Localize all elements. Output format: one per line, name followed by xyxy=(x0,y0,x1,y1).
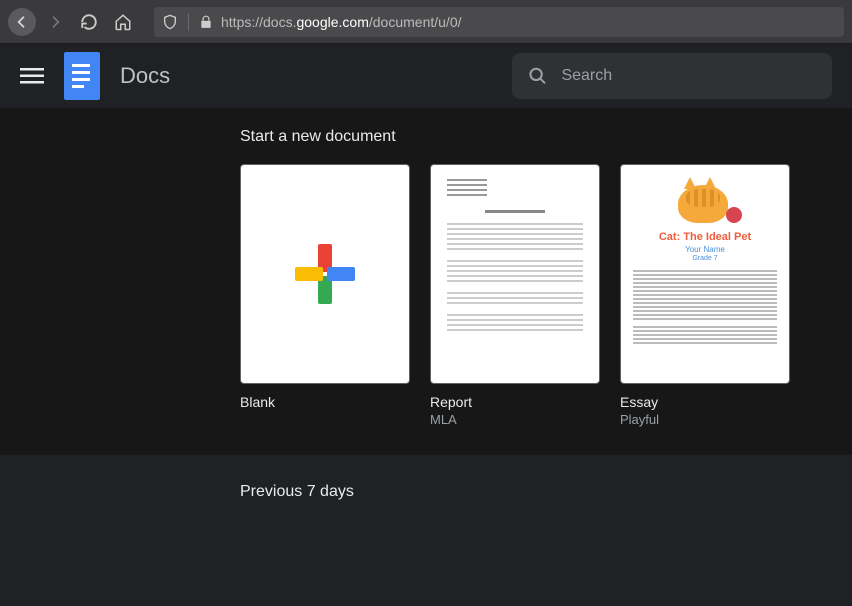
template-blank[interactable]: Blank xyxy=(240,164,410,427)
main-menu-button[interactable] xyxy=(20,64,44,88)
template-report[interactable]: Report MLA xyxy=(430,164,600,427)
template-row: Blank Report MLA xyxy=(240,164,852,427)
address-bar[interactable]: https://docs.google.com/document/u/0/ xyxy=(154,7,844,37)
arrow-left-icon xyxy=(14,14,30,30)
essay-preview-title: Cat: The Ideal Pet xyxy=(633,231,777,243)
plus-icon xyxy=(295,244,355,304)
back-button[interactable] xyxy=(8,8,36,36)
home-button[interactable] xyxy=(108,7,138,37)
templates-heading: Start a new document xyxy=(240,128,852,146)
template-subtitle: Playful xyxy=(620,412,790,427)
app-title: Docs xyxy=(120,63,170,89)
browser-toolbar: https://docs.google.com/document/u/0/ xyxy=(0,0,852,44)
essay-preview-author: Your Name xyxy=(633,245,777,254)
template-thumb-essay: Cat: The Ideal Pet Your Name Grade 7 xyxy=(620,164,790,384)
template-essay[interactable]: Cat: The Ideal Pet Your Name Grade 7 Ess… xyxy=(620,164,790,427)
recent-section: Previous 7 days xyxy=(0,455,852,529)
home-icon xyxy=(114,13,132,31)
reload-icon xyxy=(80,13,98,31)
template-thumb-report xyxy=(430,164,600,384)
template-name: Blank xyxy=(240,394,410,410)
templates-section: Start a new document Blank xyxy=(0,108,852,455)
hamburger-icon xyxy=(20,64,44,88)
template-thumb-blank xyxy=(240,164,410,384)
forward-button[interactable] xyxy=(40,7,70,37)
template-subtitle: MLA xyxy=(430,412,600,427)
template-name: Report xyxy=(430,394,600,410)
search-input[interactable] xyxy=(561,67,816,85)
search-icon xyxy=(528,65,547,87)
separator xyxy=(188,13,189,31)
search-box[interactable] xyxy=(512,53,832,99)
lock-icon xyxy=(199,15,213,29)
template-name: Essay xyxy=(620,394,790,410)
app-header: Docs xyxy=(0,44,852,108)
recent-heading: Previous 7 days xyxy=(240,483,852,501)
arrow-right-icon xyxy=(47,14,63,30)
cat-illustration xyxy=(670,175,740,227)
docs-logo[interactable] xyxy=(64,52,100,100)
url-text: https://docs.google.com/document/u/0/ xyxy=(221,14,462,30)
essay-preview-grade: Grade 7 xyxy=(633,255,777,262)
shield-icon xyxy=(162,14,178,30)
reload-button[interactable] xyxy=(74,7,104,37)
